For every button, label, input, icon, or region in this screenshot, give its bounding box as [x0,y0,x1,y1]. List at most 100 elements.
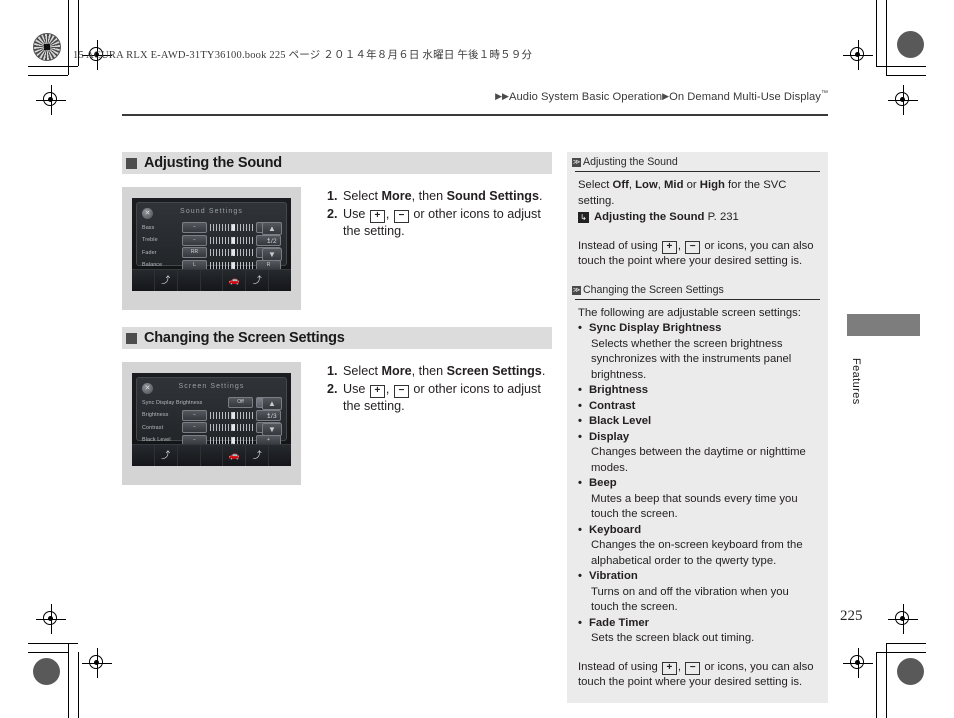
section-changing-the-screen-settings: Changing the Screen Settings ✕ Screen Se… [122,327,552,485]
crop-line-left-3 [68,643,69,718]
rear-button[interactable]: RR [182,247,207,258]
navigation-route-icon: ⤴ [161,275,171,285]
slider-knob[interactable] [231,436,235,444]
crop-line-left-1 [68,0,69,75]
taskbar-cell-route[interactable]: ⤴ [246,445,270,466]
taskbar-cell-4[interactable] [201,445,224,466]
steps-adjusting-the-sound: 1. Select More, then Sound Settings. 2. … [301,187,552,241]
crop-line-bot-3 [876,652,926,653]
sidebar-title-text: Changing the Screen Settings [583,283,724,296]
setting-description: Selects whether the screen brightness sy… [591,337,792,381]
slider-knob[interactable] [231,224,235,231]
slider-knob[interactable] [231,261,235,269]
registration-mark-bl-inner [82,648,112,678]
list-item: Black Level [578,414,817,430]
crop-line-top-4 [886,75,926,76]
svc-setting-paragraph: Select Off, Low, Mid or High for the SVC… [578,178,817,209]
contrast-slider[interactable] [210,423,253,432]
touch-note-mid: , [677,239,685,252]
section-bullet-square-icon [126,157,137,169]
section-header-changing-the-screen-settings: Changing the Screen Settings [122,327,552,349]
slider-knob[interactable] [231,249,235,256]
sound-settings-dialog: ✕ Sound Settings Bass − + Treble [136,202,287,271]
taskbar-cell-navigation[interactable]: ⤴ [155,445,178,466]
taskbar-cell-1[interactable] [132,270,155,291]
cross-reference-arrow-icon: ↳ [578,212,589,223]
slider-knob[interactable] [231,424,235,431]
row-label: Brightness [142,412,169,418]
decrement-button[interactable]: − [182,222,207,233]
taskbar-cell-navigation[interactable]: ⤴ [155,270,178,291]
setting-term: Vibration [589,570,638,582]
crop-line-top-2 [28,75,68,76]
sync-off-button[interactable]: Off [228,397,253,408]
slider-knob[interactable] [231,236,235,244]
step-text-mid: , [385,382,393,396]
svc-option-mid: Mid [664,179,684,191]
treble-slider[interactable] [210,235,253,245]
taskbar-cell-1[interactable] [132,445,155,466]
screenshot-frame-sound-settings: ✕ Sound Settings Bass − + Treble [122,187,301,310]
list-item: Display Changes between the daytime or ni… [578,430,817,477]
decrement-button[interactable]: − [182,234,207,246]
starburst-mark-top-left [33,33,61,61]
list-item: Keyboard Changes the on-screen keyboard f… [578,523,817,570]
chevron-down-icon[interactable]: ▼ [262,248,282,261]
setting-description: Changes between the daytime or nighttime… [591,446,806,474]
setting-term: Keyboard [589,523,642,536]
sidebar-block-2-title: ≫ Changing the Screen Settings [567,280,828,298]
taskbar-cell-7[interactable] [269,445,291,466]
row-label: Bass [142,224,155,231]
decrement-button[interactable]: − [182,422,207,433]
page-number: 225 [840,608,863,624]
taskbar-cell-4[interactable] [201,270,224,291]
taskbar-cell-route[interactable]: ⤴ [246,270,270,291]
step-2: 2. Use +, − or other icons to adjust the… [327,206,552,240]
navigation-route-icon: ⤴ [161,450,171,460]
brightness-slider[interactable] [210,410,253,420]
setting-row-bass: Bass − + [142,222,281,233]
taskbar-cell-vehicle[interactable]: 🚗 [223,270,247,291]
touch-note-pre: Instead of using [578,660,661,673]
chevron-up-icon[interactable]: ▲ [262,397,282,410]
svc-option-high: High [699,179,725,191]
chevron-up-icon[interactable]: ▲ [262,222,282,235]
taskbar-cell-3[interactable] [178,445,201,466]
crop-line-right-1 [876,0,877,66]
list-item: Beep Mutes a beep that sounds every time … [578,476,817,523]
taskbar-cell-7[interactable] [269,270,291,291]
minus-key-icon: − [393,385,409,398]
step-1: 1. Select More, then Screen Settings. [327,363,552,380]
setting-row-contrast: Contrast − + [142,422,281,433]
fader-slider[interactable] [210,248,253,257]
touch-note-pre: Instead of using [578,239,661,252]
device-taskbar: ⤴ 🚗 ⤴ [132,269,291,291]
crop-line-bot-4 [886,643,926,644]
dot-mark-top-right [897,31,924,58]
sidebar-notes-panel: ≫ Adjusting the Sound Select Off, Low, M… [567,152,828,703]
crop-line-top-1 [28,66,78,67]
sound-settings-rows: Bass − + Treble − + [142,222,281,272]
setting-description: Turns on and off the vibration when you … [591,585,789,614]
cross-reference-page: P. 231 [707,211,739,223]
step-number: 2. [327,207,338,221]
row-label: Sync Display Brightness [142,399,203,406]
print-slug-line: 15 ACURA RLX E-AWD-31TY36100.book 225 ペー… [73,50,533,61]
sidebar-block-1-title: ≫ Adjusting the Sound [567,152,828,170]
taskbar-cell-3[interactable] [178,270,201,291]
step-text-pre: Use [343,207,369,221]
slider-knob[interactable] [231,411,235,419]
breadcrumb-arrow-icon: ▶▶ [495,91,510,101]
step-1: 1. Select More, then Sound Settings. [327,188,552,205]
cross-reference-adjusting-the-sound[interactable]: ↳ Adjusting the Sound P. 231 [578,210,817,226]
bass-slider[interactable] [210,223,253,232]
step-text: Select More, then Screen Settings. [343,363,545,380]
row-label: Contrast [142,424,164,431]
crop-line-right-4 [886,643,887,718]
setting-row-fader: Fader RR FR [142,247,281,258]
decrement-button[interactable]: − [182,409,207,421]
registration-mark-tl-outer [36,85,66,115]
taskbar-cell-vehicle[interactable]: 🚗 [223,445,247,466]
chevron-down-icon[interactable]: ▼ [262,423,282,436]
row-label: Treble [142,237,158,243]
